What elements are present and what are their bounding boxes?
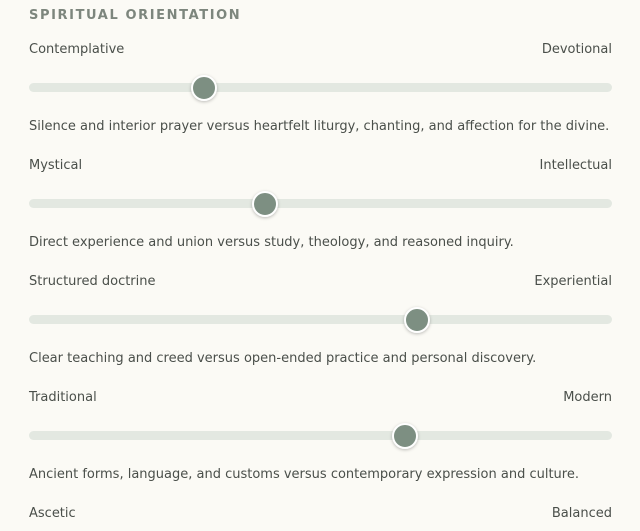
slider-left-label: Traditional [29, 390, 97, 405]
slider-track[interactable] [29, 422, 612, 449]
slider-right-label: Modern [563, 390, 612, 405]
slider-labels: Mystical Intellectual [29, 158, 612, 176]
slider-right-label: Experiential [534, 274, 612, 289]
slider-track[interactable] [29, 306, 612, 333]
slider-left-label: Ascetic [29, 506, 76, 521]
slider-right-label: Devotional [541, 42, 612, 57]
slider-labels: Contemplative Devotional [29, 42, 612, 60]
slider-right-label: Balanced [551, 506, 612, 521]
slider-description: Clear teaching and creed versus open-end… [29, 351, 537, 366]
slider-traditional-modern: Traditional Modern Ancient forms, langua… [29, 390, 612, 482]
slider-mystical-intellectual: Mystical Intellectual Direct experience … [29, 158, 612, 250]
slider-track[interactable] [29, 74, 612, 101]
slider-left-label: Mystical [29, 158, 83, 173]
slider-thumb[interactable] [403, 306, 430, 333]
slider-labels: Ascetic Balanced [29, 506, 612, 524]
slider-ascetic-balanced: Ascetic Balanced [29, 506, 612, 524]
slider-left-label: Contemplative [29, 42, 125, 57]
slider-thumb[interactable] [190, 74, 217, 101]
slider-thumb[interactable] [252, 190, 279, 217]
slider-track[interactable] [29, 190, 612, 217]
slider-labels: Structured doctrine Experiential [29, 274, 612, 292]
slider-left-label: Structured doctrine [29, 274, 156, 289]
slider-description: Ancient forms, language, and customs ver… [29, 467, 579, 482]
slider-thumb[interactable] [392, 422, 419, 449]
slider-structured-experiential: Structured doctrine Experiential Clear t… [29, 274, 612, 366]
slider-contemplative-devotional: Contemplative Devotional Silence and int… [29, 42, 612, 134]
slider-labels: Traditional Modern [29, 390, 612, 408]
slider-description: Silence and interior prayer versus heart… [29, 119, 610, 134]
slider-description: Direct experience and union versus study… [29, 235, 514, 250]
slider-right-label: Intellectual [539, 158, 612, 173]
section-title: SPIRITUAL ORIENTATION [29, 8, 242, 23]
